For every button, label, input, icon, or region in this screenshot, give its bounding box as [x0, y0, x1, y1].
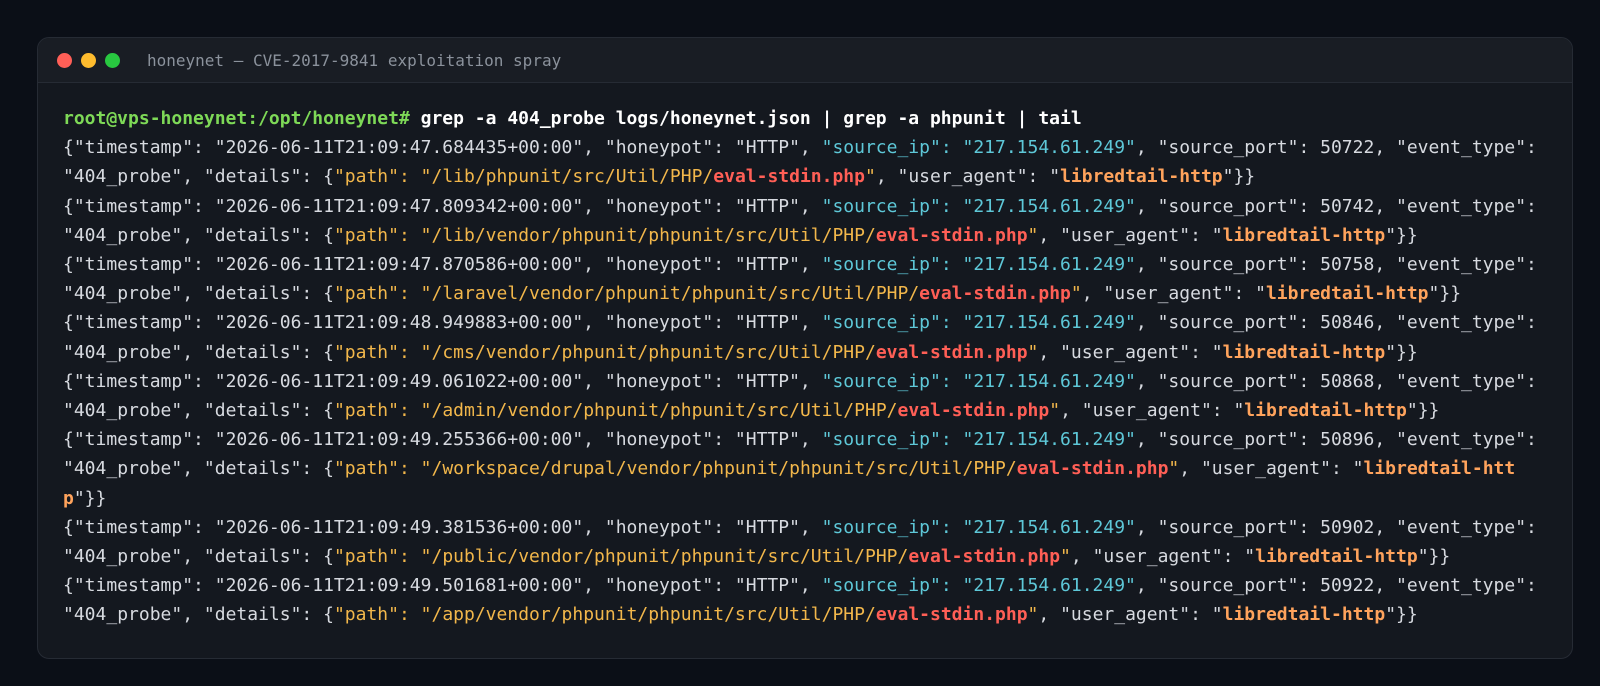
- timestamp: 2026-06-11T21:09:49.061022+00:00: [225, 370, 573, 392]
- user-agent: libredtail-http: [1222, 224, 1386, 246]
- event-type: 404_probe: [73, 546, 172, 568]
- source-port: 50722: [1320, 137, 1375, 159]
- source-ip: 217.154.61.249: [973, 575, 1126, 597]
- log-entry: {"timestamp": "2026-06-11T21:09:49.50168…: [63, 575, 1548, 626]
- log-entry: {"timestamp": "2026-06-11T21:09:49.06102…: [63, 370, 1548, 422]
- source-port: 50742: [1320, 195, 1375, 217]
- source-ip: 217.154.61.249: [973, 137, 1126, 159]
- source-port: 50758: [1320, 254, 1375, 276]
- log-entry: {"timestamp": "2026-06-11T21:09:49.38153…: [63, 516, 1548, 568]
- terminal-window: honeynet — CVE-2017-9841 exploitation sp…: [37, 37, 1573, 659]
- minimize-button[interactable]: [81, 53, 96, 68]
- path-prefix: /public/vendor/phpunit/phpunit/src/Util/…: [431, 546, 909, 568]
- log-entry: {"timestamp": "2026-06-11T21:09:47.68443…: [63, 137, 1548, 188]
- source-port: 50868: [1320, 370, 1375, 392]
- honeypot: HTTP: [745, 429, 790, 451]
- log-entry: {"timestamp": "2026-06-11T21:09:48.94988…: [63, 312, 1548, 363]
- timestamp: 2026-06-11T21:09:47.809342+00:00: [225, 195, 573, 217]
- user-agent: libredtail-http: [1222, 341, 1386, 363]
- source-ip: 217.154.61.249: [973, 254, 1126, 276]
- path-file: eval-stdin.php: [875, 341, 1028, 363]
- close-button[interactable]: [57, 53, 72, 68]
- honeypot: HTTP: [745, 137, 790, 159]
- log-entry: {"timestamp": "2026-06-11T21:09:47.87058…: [63, 254, 1548, 305]
- user-agent: libredtail-http: [1255, 546, 1418, 568]
- path-prefix: /lib/vendor/phpunit/phpunit/src/Util/PHP…: [431, 224, 876, 246]
- path-prefix: /lib/phpunit/src/Util/PHP/: [431, 166, 714, 188]
- path-prefix: /admin/vendor/phpunit/phpunit/src/Util/P…: [431, 400, 898, 422]
- log-entry: {"timestamp": "2026-06-11T21:09:49.25536…: [63, 429, 1548, 509]
- path-file: eval-stdin.php: [713, 166, 865, 188]
- timestamp: 2026-06-11T21:09:49.255366+00:00: [225, 429, 573, 451]
- user-agent: libredtail-http: [1060, 166, 1223, 188]
- path-file: eval-stdin.php: [897, 400, 1050, 422]
- timestamp: 2026-06-11T21:09:49.501681+00:00: [225, 575, 573, 597]
- source-ip: 217.154.61.249: [973, 516, 1126, 538]
- source-ip: 217.154.61.249: [973, 312, 1126, 334]
- path-file: eval-stdin.php: [919, 283, 1071, 305]
- source-port: 50922: [1320, 575, 1375, 597]
- log-entry: {"timestamp": "2026-06-11T21:09:47.80934…: [63, 195, 1548, 246]
- source-port: 50846: [1320, 312, 1375, 334]
- path-file: eval-stdin.php: [1016, 458, 1169, 480]
- timestamp: 2026-06-11T21:09:48.949883+00:00: [225, 312, 573, 334]
- event-type: 404_probe: [73, 224, 172, 246]
- title-bar: honeynet — CVE-2017-9841 exploitation sp…: [38, 38, 1572, 83]
- timestamp: 2026-06-11T21:09:47.684435+00:00: [225, 137, 573, 159]
- event-type: 404_probe: [73, 400, 172, 422]
- timestamp: 2026-06-11T21:09:49.381536+00:00: [225, 516, 573, 538]
- user-agent: libredtail-http: [1265, 283, 1429, 305]
- source-port: 50896: [1320, 429, 1375, 451]
- event-type: 404_probe: [73, 341, 172, 363]
- path-prefix: /cms/vendor/phpunit/phpunit/src/Util/PHP…: [431, 341, 876, 363]
- honeypot: HTTP: [745, 254, 790, 276]
- command-line: root@vps-honeynet:/opt/honeynet# grep -a…: [63, 104, 1553, 133]
- path-prefix: /workspace/drupal/vendor/phpunit/phpunit…: [431, 458, 1017, 480]
- path-file: eval-stdin.php: [875, 604, 1028, 626]
- honeypot: HTTP: [745, 575, 790, 597]
- honeypot: HTTP: [745, 312, 790, 334]
- path-file: eval-stdin.php: [875, 224, 1028, 246]
- source-ip: 217.154.61.249: [973, 195, 1126, 217]
- source-ip: 217.154.61.249: [973, 370, 1126, 392]
- honeypot: HTTP: [745, 516, 790, 538]
- event-type: 404_probe: [73, 166, 172, 188]
- maximize-button[interactable]: [105, 53, 120, 68]
- timestamp: 2026-06-11T21:09:47.870586+00:00: [225, 254, 573, 276]
- honeypot: HTTP: [745, 370, 790, 392]
- path-prefix: /app/vendor/phpunit/phpunit/src/Util/PHP…: [431, 604, 876, 626]
- terminal-output[interactable]: root@vps-honeynet:/opt/honeynet# grep -a…: [63, 104, 1553, 630]
- honeypot: HTTP: [745, 195, 790, 217]
- event-type: 404_probe: [73, 283, 172, 305]
- event-type: 404_probe: [73, 604, 172, 626]
- user-agent: libredtail-http: [1244, 400, 1407, 422]
- user-agent: libredtail-http: [1222, 604, 1386, 626]
- event-type: 404_probe: [73, 458, 172, 480]
- source-port: 50902: [1320, 516, 1375, 538]
- shell-command: grep -a 404_probe logs/honeynet.json | g…: [420, 108, 1082, 129]
- path-file: eval-stdin.php: [908, 546, 1061, 568]
- path-prefix: /laravel/vendor/phpunit/phpunit/src/Util…: [431, 283, 920, 305]
- window-title: honeynet — CVE-2017-9841 exploitation sp…: [147, 51, 562, 70]
- source-ip: 217.154.61.249: [973, 429, 1126, 451]
- shell-prompt: root@vps-honeynet:/opt/honeynet#: [63, 108, 410, 129]
